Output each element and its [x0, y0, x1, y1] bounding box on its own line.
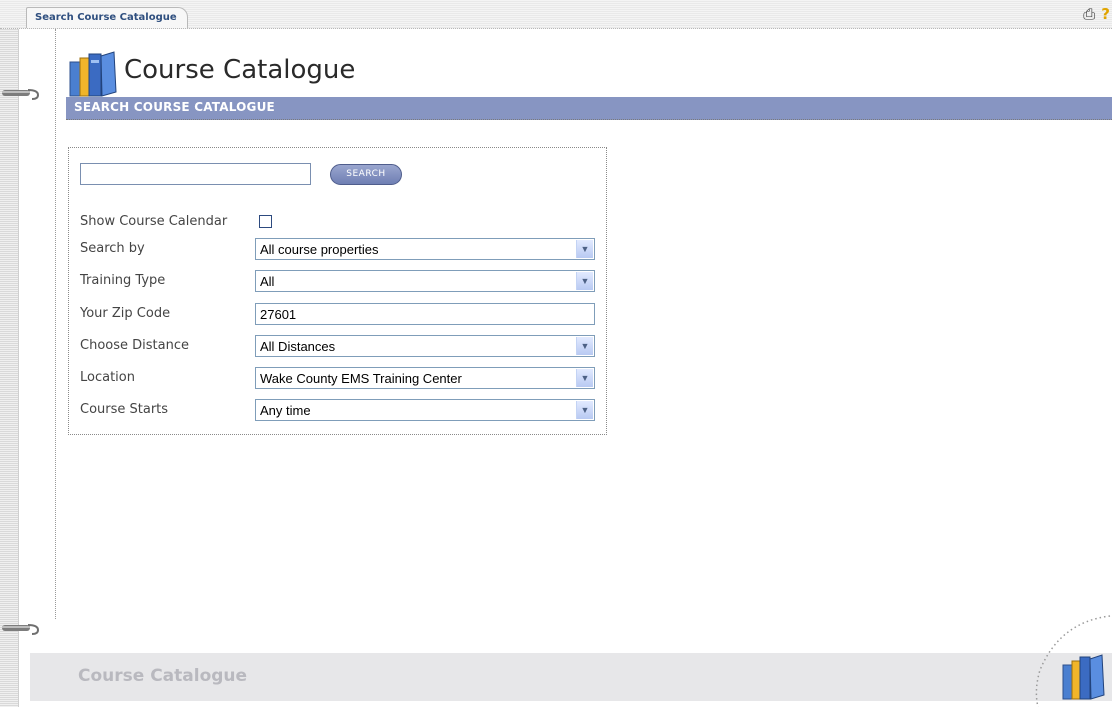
page-title: Course Catalogue — [124, 55, 356, 85]
location-label: Location — [80, 370, 135, 385]
zip-code-label: Your Zip Code — [80, 306, 171, 321]
course-starts-select[interactable]: Any time ▼ — [255, 399, 595, 421]
search-by-label: Search by — [80, 241, 145, 256]
tab-search-course-catalogue[interactable]: Search Course Catalogue — [26, 7, 188, 28]
course-starts-label: Course Starts — [80, 402, 169, 417]
search-button[interactable]: SEARCH — [330, 164, 402, 185]
zip-code-field[interactable] — [255, 303, 595, 325]
section-header-bar: SEARCH COURSE CATALOGUE — [66, 97, 1112, 120]
training-type-row: Training Type All ▼ — [80, 270, 595, 292]
binder-spine — [0, 29, 19, 707]
binder-ring-icon — [2, 89, 40, 100]
show-calendar-row: Show Course Calendar — [80, 211, 595, 231]
search-by-select[interactable]: All course properties ▼ — [255, 238, 595, 260]
training-type-label: Training Type — [80, 273, 166, 288]
search-by-value: All course properties — [260, 242, 379, 257]
distance-value: All Distances — [260, 339, 336, 354]
chevron-down-icon[interactable]: ▼ — [576, 401, 593, 419]
location-row: Location Wake County EMS Training Center… — [80, 367, 595, 389]
binder-ring-icon — [2, 624, 40, 635]
books-icon — [69, 51, 117, 97]
top-toolbar: ⎙ ? — [1083, 6, 1110, 22]
footer-bar: Course Catalogue — [30, 653, 1112, 701]
section-title: SEARCH COURSE CATALOGUE — [74, 100, 275, 114]
printer-icon[interactable]: ⎙ — [1083, 6, 1095, 22]
distance-row: Choose Distance All Distances ▼ — [80, 335, 595, 357]
location-value: Wake County EMS Training Center — [260, 371, 462, 386]
page-border — [55, 29, 56, 619]
location-select[interactable]: Wake County EMS Training Center ▼ — [255, 367, 595, 389]
footer-title: Course Catalogue — [78, 666, 248, 686]
course-starts-value: Any time — [260, 403, 311, 418]
show-calendar-label: Show Course Calendar — [80, 214, 228, 229]
training-type-value: All — [260, 274, 275, 289]
distance-label: Choose Distance — [80, 338, 189, 353]
search-input[interactable] — [80, 163, 311, 185]
tab-strip: Search Course Catalogue ⎙ ? — [0, 0, 1112, 29]
zip-code-row: Your Zip Code — [80, 303, 595, 325]
training-type-select[interactable]: All ▼ — [255, 270, 595, 292]
search-form: SEARCH Show Course Calendar Search by Al… — [68, 147, 607, 435]
chevron-down-icon[interactable]: ▼ — [576, 369, 593, 387]
chevron-down-icon[interactable]: ▼ — [576, 337, 593, 355]
search-by-row: Search by All course properties ▼ — [80, 238, 595, 260]
chevron-down-icon[interactable]: ▼ — [576, 272, 593, 290]
help-icon[interactable]: ? — [1101, 6, 1110, 22]
course-starts-row: Course Starts Any time ▼ — [80, 399, 595, 421]
chevron-down-icon[interactable]: ▼ — [576, 240, 593, 258]
books-icon — [1035, 615, 1111, 707]
distance-select[interactable]: All Distances ▼ — [255, 335, 595, 357]
show-calendar-checkbox[interactable] — [259, 215, 272, 228]
